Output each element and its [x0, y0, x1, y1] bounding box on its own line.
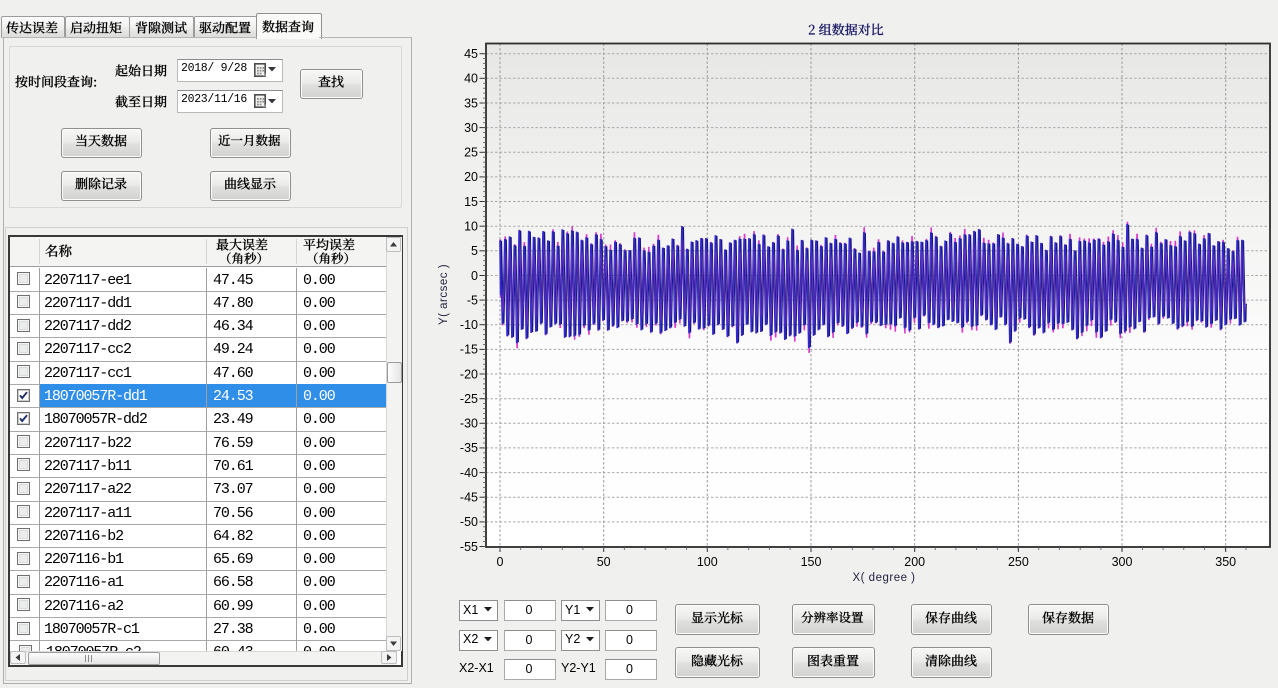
- svg-text:35: 35: [464, 96, 478, 110]
- svg-text:20: 20: [464, 170, 478, 184]
- svg-text:-40: -40: [460, 466, 478, 480]
- svg-text:25: 25: [464, 146, 478, 160]
- svg-text:-10: -10: [460, 318, 478, 332]
- svg-text:-30: -30: [460, 417, 478, 431]
- svg-text:0: 0: [497, 555, 504, 569]
- svg-text:-35: -35: [460, 441, 478, 455]
- svg-text:10: 10: [464, 220, 478, 234]
- svg-text:45: 45: [464, 47, 478, 61]
- svg-text:300: 300: [1112, 555, 1133, 569]
- svg-text:-50: -50: [460, 515, 478, 529]
- svg-text:0: 0: [471, 269, 478, 283]
- svg-text:15: 15: [464, 195, 478, 209]
- svg-text:-5: -5: [467, 293, 478, 307]
- svg-text:-55: -55: [460, 540, 478, 554]
- svg-text:250: 250: [1008, 555, 1029, 569]
- svg-text:Y( arcsec ): Y( arcsec ): [438, 264, 450, 325]
- svg-text:50: 50: [597, 555, 611, 569]
- svg-text:40: 40: [464, 72, 478, 86]
- svg-text:-45: -45: [460, 491, 478, 505]
- svg-text:200: 200: [904, 555, 925, 569]
- svg-text:X( degree ): X( degree ): [852, 572, 915, 584]
- svg-text:150: 150: [801, 555, 822, 569]
- svg-text:-20: -20: [460, 367, 478, 381]
- svg-text:100: 100: [697, 555, 718, 569]
- svg-text:-15: -15: [460, 343, 478, 357]
- svg-text:350: 350: [1215, 555, 1236, 569]
- svg-text:-25: -25: [460, 392, 478, 406]
- svg-text:5: 5: [471, 244, 478, 258]
- svg-text:30: 30: [464, 121, 478, 135]
